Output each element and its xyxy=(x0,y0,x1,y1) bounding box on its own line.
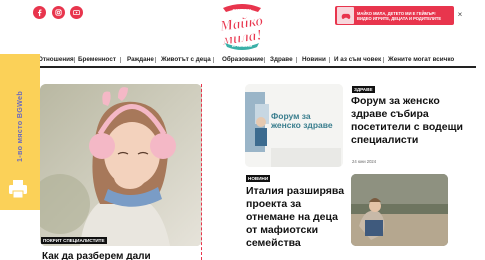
nav-item-me-too[interactable]: И аз съм човек xyxy=(334,56,381,63)
article-1-image[interactable]: Форум за женско здраве xyxy=(245,84,343,167)
facebook-icon[interactable] xyxy=(33,6,46,19)
nav-item-women[interactable]: Жените могат всичко xyxy=(388,56,454,63)
instagram-icon[interactable] xyxy=(52,6,65,19)
promo-banner[interactable]: МАЙКО МИЛА, ДЕТЕТО МИ Е ГЕЙМЪР! ВИДЕО ИГ… xyxy=(335,6,454,25)
site-logo[interactable]: МАМО СИ? Майко мила! ИЗ ТЪРСИЛКИ xyxy=(211,2,273,50)
feature-image[interactable]: ПОКРИТ СПЕЦИАЛИСТИТЕ xyxy=(40,84,202,246)
nav-underline xyxy=(0,66,476,68)
article-2-badge[interactable]: НОВИНИ xyxy=(246,175,271,182)
close-icon[interactable]: × xyxy=(456,11,464,19)
nav-item-life-with-kids[interactable]: Животът с деца xyxy=(161,56,211,63)
nav-divider xyxy=(296,57,297,63)
nav-item-education[interactable]: Образование xyxy=(222,56,264,63)
nav-divider xyxy=(264,57,265,63)
site-header: МАМО СИ? Майко мила! ИЗ ТЪРСИЛКИ МАЙКО М… xyxy=(0,0,485,52)
article-1-date: 24 юни 2024 xyxy=(352,159,377,164)
nav-divider xyxy=(383,57,384,63)
nav-divider xyxy=(74,57,75,63)
main-nav: Отношения Бременност Раждане Животът с д… xyxy=(0,53,485,68)
nav-divider xyxy=(155,57,156,63)
article-2-title[interactable]: Италия разширява проекта за отнемане на … xyxy=(246,185,346,250)
article-2-image[interactable] xyxy=(351,174,448,246)
gamepad-icon xyxy=(337,7,354,24)
nav-divider xyxy=(120,57,121,63)
nav-divider xyxy=(213,57,214,63)
feature-badge[interactable]: ПОКРИТ СПЕЦИАЛИСТИТЕ xyxy=(41,237,107,244)
logo-bottom-text: ИЗ ТЪРСИЛКИ xyxy=(232,44,252,48)
feature-divider xyxy=(201,84,203,260)
nav-item-birth[interactable]: Раждане xyxy=(127,56,154,63)
logo-top-text: МАМО СИ? xyxy=(233,8,252,12)
nav-item-relationships[interactable]: Отношения xyxy=(38,56,74,63)
promo-text: МАЙКО МИЛА, ДЕТЕТО МИ Е ГЕЙМЪР! ВИДЕО ИГ… xyxy=(357,10,442,21)
nav-item-health[interactable]: Здраве xyxy=(270,56,293,63)
article-1-badge[interactable]: ЗДРАВЕ xyxy=(352,86,375,93)
youtube-icon[interactable] xyxy=(70,6,83,19)
nav-item-pregnancy[interactable]: Бременност xyxy=(78,56,116,63)
side-tab-label: 1-во място BGWeb xyxy=(15,90,25,162)
article-1-title[interactable]: Форум за женско здраве събира посетители… xyxy=(351,95,475,147)
nav-item-news[interactable]: Новини xyxy=(302,56,326,63)
printer-icon[interactable] xyxy=(6,177,30,201)
feature-title[interactable]: Как да разберем дали xyxy=(42,251,151,260)
nav-divider xyxy=(329,57,330,63)
article-1-image-caption: Форум за женско здраве xyxy=(271,111,333,130)
